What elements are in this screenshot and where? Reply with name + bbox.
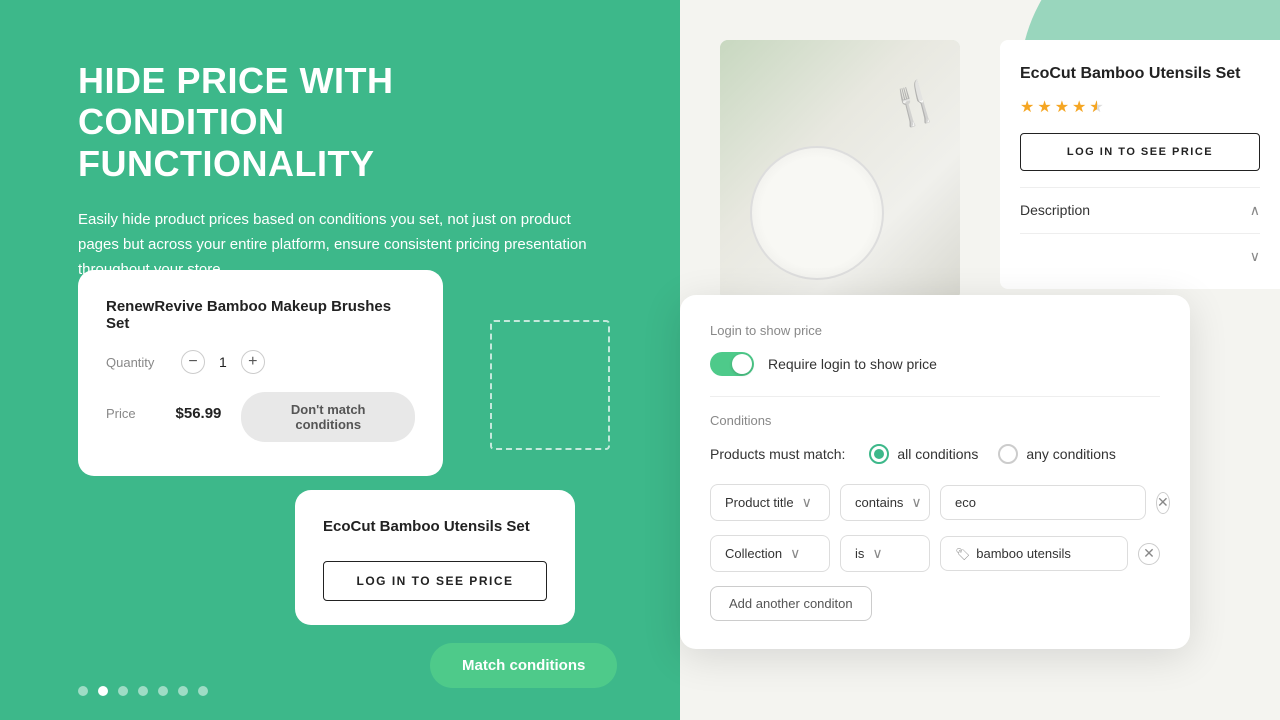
all-conditions-label: all conditions xyxy=(897,446,978,462)
quantity-row: Quantity − 1 + xyxy=(106,350,415,374)
toggle-row: Require login to show price xyxy=(710,352,1160,376)
match-row: Products must match: all conditions any … xyxy=(710,444,1160,464)
quantity-decrease-btn[interactable]: − xyxy=(181,350,205,374)
field-select-2[interactable]: Collection ∨ xyxy=(710,535,830,572)
condition-row-1: Product title ∨ contains ∨ ✕ xyxy=(710,484,1160,521)
star-3: ★ xyxy=(1055,97,1069,117)
value-text-2: bamboo utensils xyxy=(976,546,1071,561)
operator-select-2-chevron: ∨ xyxy=(872,545,882,562)
description-chevron-icon: ∧ xyxy=(1250,202,1260,219)
star-5: ★★ xyxy=(1089,97,1103,117)
field-select-1-chevron: ∨ xyxy=(802,494,812,511)
product-card-2: EcoCut Bamboo Utensils Set LOG IN TO SEE… xyxy=(295,490,575,625)
card2-title: EcoCut Bamboo Utensils Set xyxy=(323,518,547,535)
extra-chevron-icon: ∨ xyxy=(1250,248,1260,265)
star-1: ★ xyxy=(1020,97,1034,117)
field-select-1[interactable]: Product title ∨ xyxy=(710,484,830,521)
carousel-dot-3[interactable] xyxy=(138,686,148,696)
product-image xyxy=(720,40,960,300)
require-login-toggle[interactable] xyxy=(710,352,754,376)
description-label: Description xyxy=(1020,202,1090,218)
quantity-value: 1 xyxy=(219,354,227,370)
carousel-dot-1[interactable] xyxy=(98,686,108,696)
product-name: EcoCut Bamboo Utensils Set xyxy=(1020,64,1260,85)
quantity-controls: − 1 + xyxy=(181,350,265,374)
all-conditions-radio[interactable] xyxy=(869,444,889,464)
star-rating: ★ ★ ★ ★ ★★ xyxy=(1020,97,1260,117)
dont-match-btn[interactable]: Don't match conditions xyxy=(241,392,415,442)
extra-row[interactable]: ∨ xyxy=(1020,233,1260,265)
value-field-2[interactable]: 🏷 bamboo utensils xyxy=(940,536,1128,571)
carousel-dot-4[interactable] xyxy=(158,686,168,696)
main-title: HIDE PRICE WITH CONDITION FUNCTIONALITY xyxy=(78,60,602,184)
product-card-1: RenewRevive Bamboo Makeup Brushes Set Qu… xyxy=(78,270,443,476)
tag-icon-2: 🏷 xyxy=(955,547,970,561)
operator-select-1-chevron: ∨ xyxy=(911,494,921,511)
remove-icon-2: ✕ xyxy=(1143,545,1155,562)
toggle-knob xyxy=(732,354,752,374)
carousel-dot-5[interactable] xyxy=(178,686,188,696)
plate-image xyxy=(720,40,960,300)
product-info-panel: EcoCut Bamboo Utensils Set ★ ★ ★ ★ ★★ LO… xyxy=(1000,40,1280,289)
login-section-label: Login to show price xyxy=(710,323,1160,338)
operator-select-1-label: contains xyxy=(855,495,903,510)
carousel-dots xyxy=(78,686,208,696)
price-label: Price xyxy=(106,406,156,421)
carousel-dot-2[interactable] xyxy=(118,686,128,696)
conditions-panel: Login to show price Require login to sho… xyxy=(680,295,1190,649)
all-conditions-radio-inner xyxy=(874,449,884,459)
price-row: Price $56.99 Don't match conditions xyxy=(106,384,415,442)
quantity-increase-btn[interactable]: + xyxy=(241,350,265,374)
field-select-2-label: Collection xyxy=(725,546,782,561)
conditions-section-label: Conditions xyxy=(710,396,1160,428)
card1-title: RenewRevive Bamboo Makeup Brushes Set xyxy=(106,298,415,332)
carousel-dot-6[interactable] xyxy=(198,686,208,696)
star-2: ★ xyxy=(1037,97,1051,117)
quantity-label: Quantity xyxy=(106,355,161,370)
price-value: $56.99 xyxy=(176,405,222,422)
any-conditions-label: any conditions xyxy=(1026,446,1116,462)
product-log-btn[interactable]: LOG IN TO SEE PRICE xyxy=(1020,133,1260,171)
star-4: ★ xyxy=(1072,97,1086,117)
any-conditions-radio[interactable] xyxy=(998,444,1018,464)
add-condition-btn[interactable]: Add another conditon xyxy=(710,586,872,621)
toggle-label: Require login to show price xyxy=(768,356,937,372)
condition-row-2: Collection ∨ is ∨ 🏷 bamboo utensils ✕ xyxy=(710,535,1160,572)
operator-select-1[interactable]: contains ∨ xyxy=(840,484,930,521)
description-row[interactable]: Description ∧ xyxy=(1020,187,1260,233)
all-conditions-option[interactable]: all conditions xyxy=(869,444,978,464)
remove-condition-2-btn[interactable]: ✕ xyxy=(1138,543,1160,565)
any-conditions-option[interactable]: any conditions xyxy=(998,444,1116,464)
value-input-1[interactable] xyxy=(940,485,1146,520)
field-select-1-label: Product title xyxy=(725,495,794,510)
match-conditions-btn[interactable]: Match conditions xyxy=(430,643,617,688)
match-row-label: Products must match: xyxy=(710,446,845,462)
operator-select-2-label: is xyxy=(855,546,864,561)
card2-log-btn[interactable]: LOG IN TO SEE PRICE xyxy=(323,561,547,601)
field-select-2-chevron: ∨ xyxy=(790,545,800,562)
remove-icon-1: ✕ xyxy=(1157,494,1169,511)
remove-condition-1-btn[interactable]: ✕ xyxy=(1156,492,1170,514)
carousel-dot-0[interactable] xyxy=(78,686,88,696)
operator-select-2[interactable]: is ∨ xyxy=(840,535,930,572)
dashed-selection-box xyxy=(490,320,610,450)
left-panel: HIDE PRICE WITH CONDITION FUNCTIONALITY … xyxy=(0,0,680,720)
